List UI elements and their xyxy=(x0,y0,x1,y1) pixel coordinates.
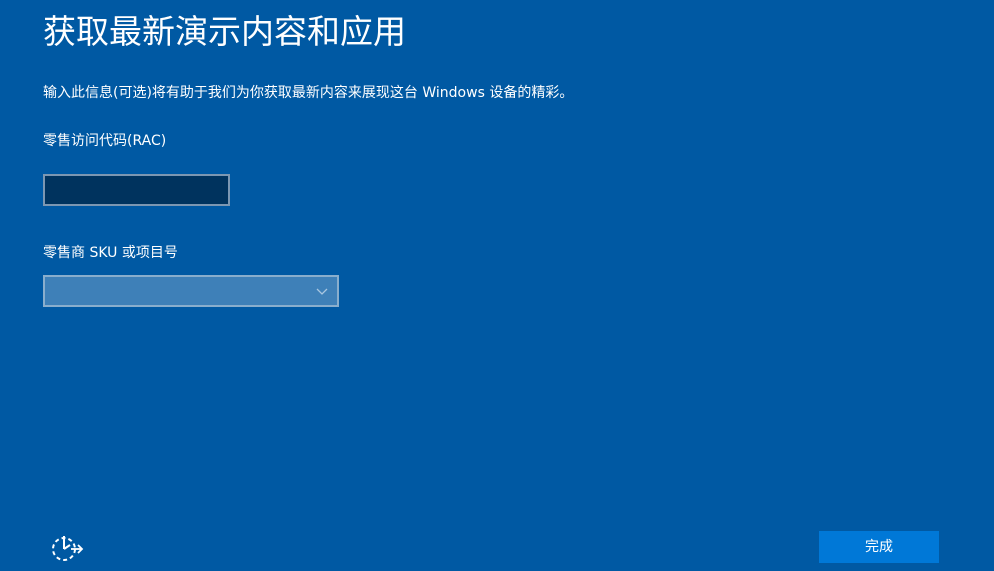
oobe-page: 获取最新演示内容和应用 输入此信息(可选)将有助于我们为你获取最新内容来展现这台… xyxy=(0,0,994,571)
sku-label: 零售商 SKU 或项目号 xyxy=(43,245,178,261)
done-button[interactable]: 完成 xyxy=(819,531,939,563)
ease-of-access-icon[interactable] xyxy=(49,531,85,563)
rac-label: 零售访问代码(RAC) xyxy=(43,133,167,149)
rac-input[interactable] xyxy=(43,174,230,206)
page-description: 输入此信息(可选)将有助于我们为你获取最新内容来展现这台 Windows 设备的… xyxy=(43,85,574,101)
page-title: 获取最新演示内容和应用 xyxy=(43,12,406,51)
chevron-down-icon xyxy=(316,288,328,295)
sku-dropdown[interactable] xyxy=(43,275,339,307)
